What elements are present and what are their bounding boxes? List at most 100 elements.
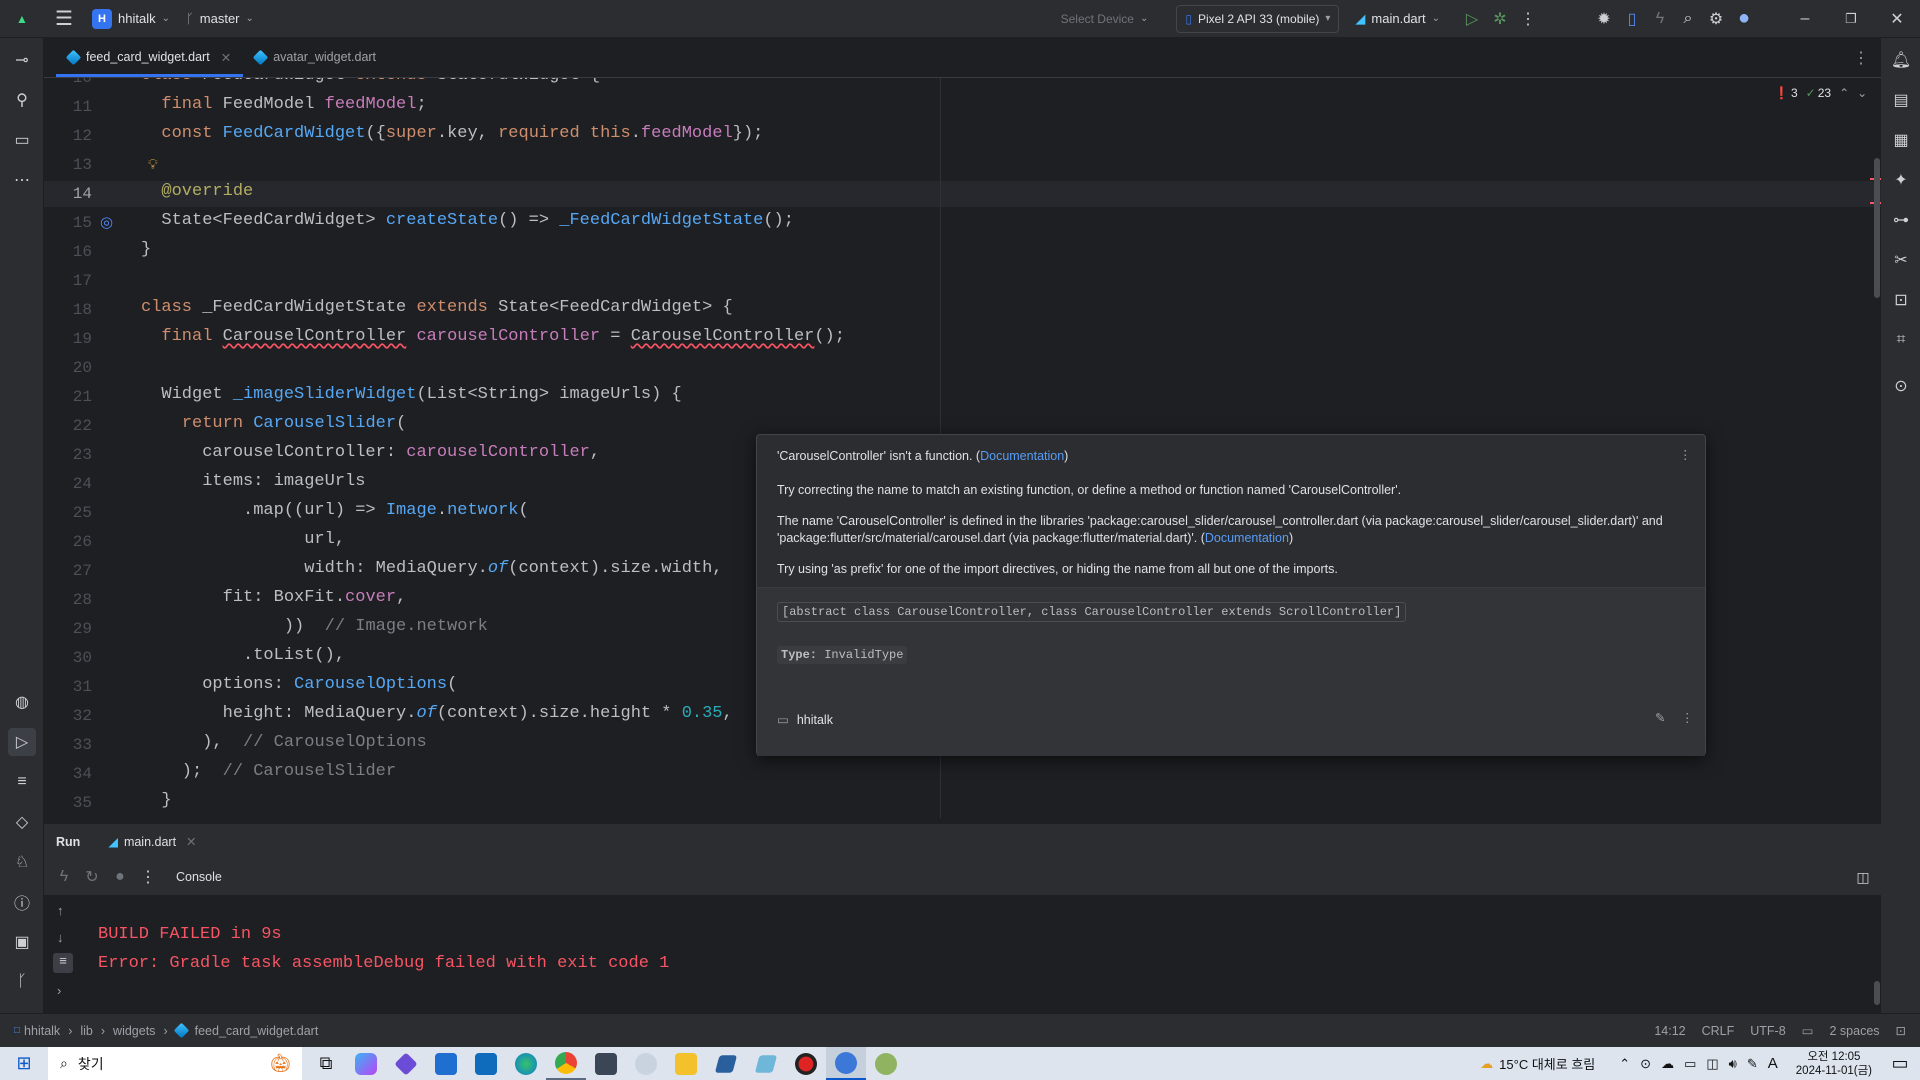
run-icon[interactable]: ▷ xyxy=(1458,5,1486,33)
project-folder-icon[interactable]: ▭ xyxy=(8,126,36,154)
minimize-icon[interactable]: – xyxy=(1782,5,1828,33)
ime-indicator[interactable]: A xyxy=(1768,1055,1778,1072)
chevron-down-icon[interactable]: ⌄ xyxy=(1857,86,1867,100)
run-panel-title[interactable]: Run xyxy=(56,835,80,849)
more-tools-icon[interactable]: ⋯ xyxy=(8,166,36,194)
battery-icon[interactable]: ▭ xyxy=(1684,1056,1696,1072)
popup-options-icon[interactable]: ⋮ xyxy=(1679,447,1692,462)
tools-icon[interactable]: ✂ xyxy=(1887,246,1915,274)
widget-inspector-icon[interactable]: ⊡ xyxy=(1887,286,1915,314)
chevron-up-icon[interactable]: ⌃ xyxy=(1619,1056,1630,1072)
console-output[interactable]: ↑ ↓ ≡ › BUILD FAILED in 9s Error: Gradle… xyxy=(44,895,1881,1008)
tab-options-icon[interactable]: ⋮ xyxy=(1847,44,1875,72)
lightbulb-icon[interactable]: 💡︎ xyxy=(148,156,158,173)
pen-icon[interactable]: ✎ xyxy=(1747,1056,1758,1072)
link-icon[interactable]: ⊶ xyxy=(1887,206,1915,234)
more-actions-icon[interactable]: ⋮ xyxy=(134,863,162,891)
caret-position[interactable]: 14:12 xyxy=(1654,1024,1685,1038)
file-encoding[interactable]: UTF-8 xyxy=(1750,1024,1785,1038)
clock[interactable]: 오전 12:05 2024-11-01(금) xyxy=(1796,1050,1872,1078)
scroll-up-icon[interactable]: ↑ xyxy=(57,903,64,918)
notification-center-icon[interactable]: ▭ xyxy=(1880,1047,1920,1080)
breadcrumb-item[interactable]: lib xyxy=(80,1024,93,1038)
bug-icon[interactable]: ✹ xyxy=(1590,5,1618,33)
reader-mode-icon[interactable]: ▭ xyxy=(1802,1023,1814,1038)
android-studio-taskbar-icon[interactable] xyxy=(826,1047,866,1080)
debug-icon[interactable]: ✲ xyxy=(1486,5,1514,33)
search-icon[interactable]: ⌕ xyxy=(1674,5,1702,33)
outlook-icon[interactable] xyxy=(466,1047,506,1080)
close-icon[interactable]: ✕ xyxy=(1874,5,1920,33)
device-file-icon[interactable]: ▤ xyxy=(1887,86,1915,114)
edit-icon[interactable]: ✎ xyxy=(1655,710,1665,725)
select-device-dropdown[interactable]: Select Device ⌄ xyxy=(1053,5,1157,33)
task-view-icon[interactable]: ⧉ xyxy=(306,1047,346,1080)
weather-widget[interactable]: ☁ 15°C 대체로 흐림 xyxy=(1480,1054,1595,1073)
app-icon[interactable] xyxy=(386,1047,426,1080)
popup-more-icon[interactable]: ⋮ xyxy=(1681,710,1694,725)
app-icon[interactable] xyxy=(866,1047,906,1080)
run-tool-icon[interactable]: ▷ xyxy=(8,728,36,756)
branch-selector[interactable]: ᚴ master ⌄ xyxy=(178,5,262,33)
account-icon[interactable]: ● xyxy=(1730,5,1758,33)
commit-icon[interactable]: ⊸ xyxy=(8,46,36,74)
microsoft-store-icon[interactable] xyxy=(426,1047,466,1080)
console-label[interactable]: Console xyxy=(176,870,222,884)
breadcrumb-item[interactable]: feed_card_widget.dart xyxy=(195,1024,319,1038)
close-tab-icon[interactable]: ✕ xyxy=(221,50,231,65)
chrome-icon[interactable] xyxy=(546,1047,586,1080)
windows-start-icon[interactable]: ⊞ xyxy=(0,1047,48,1080)
logcat-icon[interactable]: ♘ xyxy=(8,848,36,876)
tray-app-icon[interactable]: ⊙ xyxy=(1640,1056,1651,1072)
tab-avatar-widget[interactable]: avatar_widget.dart xyxy=(243,37,388,77)
documentation-link[interactable]: Documentation xyxy=(1205,531,1289,545)
settings-icon[interactable]: ⚙ xyxy=(1702,5,1730,33)
taskbar-search[interactable]: ⌕ 찾기 🎃︎ xyxy=(48,1047,302,1080)
calculator-icon[interactable] xyxy=(586,1047,626,1080)
device-selector[interactable]: ▯ Pixel 2 API 33 (mobile) ▾ xyxy=(1176,4,1340,33)
network-icon[interactable]: ◫ xyxy=(1706,1056,1718,1072)
breadcrumb-item[interactable]: hhitalk xyxy=(24,1024,60,1038)
edge-icon[interactable] xyxy=(506,1047,546,1080)
indent-setting[interactable]: 2 spaces xyxy=(1829,1024,1879,1038)
run-config-selector[interactable]: ◢ main.dart ⌄ xyxy=(1347,5,1448,33)
app-icon[interactable] xyxy=(746,1047,786,1080)
problems-icon[interactable]: ⓘ xyxy=(8,888,36,916)
console-scrollbar[interactable] xyxy=(1874,981,1880,1005)
editor-scrollbar[interactable] xyxy=(1874,158,1880,298)
todo-icon[interactable]: ≡ xyxy=(8,768,36,796)
close-tab-icon[interactable]: ✕ xyxy=(186,834,196,849)
hot-reload-icon[interactable]: ϟ xyxy=(1646,5,1674,33)
onedrive-icon[interactable]: ☁ xyxy=(1661,1056,1674,1072)
layout-inspector-icon[interactable]: ⌗ xyxy=(1887,326,1915,354)
hot-reload-icon[interactable]: ϟ xyxy=(50,863,78,891)
inspection-widget[interactable]: ❗ 3 ✓ 23 ⌃ ⌄ xyxy=(1774,86,1867,100)
scroll-down-icon[interactable]: ↓ xyxy=(57,930,64,945)
main-menu-icon[interactable]: ☰ xyxy=(50,5,78,33)
breadcrumb-item[interactable]: widgets xyxy=(113,1024,155,1038)
terminal-icon[interactable]: ▣ xyxy=(8,928,36,956)
emulator-icon[interactable]: ▦ xyxy=(1887,126,1915,154)
implementation-marker-icon[interactable]: ◎ xyxy=(100,213,113,231)
app-icon[interactable] xyxy=(706,1047,746,1080)
volume-icon[interactable]: 🔊︎ xyxy=(1729,1056,1737,1072)
gemini-icon[interactable]: ✦ xyxy=(1887,166,1915,194)
tab-feed-card-widget[interactable]: feed_card_widget.dart ✕ xyxy=(56,37,244,77)
layout-icon[interactable]: ◫ xyxy=(1849,863,1877,891)
chevron-up-icon[interactable]: ⌃ xyxy=(1839,86,1849,100)
device-manager-icon[interactable]: ▯ xyxy=(1618,5,1646,33)
code-editor[interactable]: 10 11 12 13 14 15 16 17 18 19 20 21 22 2… xyxy=(44,78,1881,818)
stop-icon[interactable]: ● xyxy=(106,863,134,891)
soft-wrap-icon[interactable]: ≡ xyxy=(53,953,73,973)
run-tab-main-dart[interactable]: ◢ main.dart ✕ xyxy=(108,834,196,850)
flutter-performance-icon[interactable]: ◍ xyxy=(8,688,36,716)
copilot-icon[interactable] xyxy=(346,1047,386,1080)
lock-icon[interactable]: ⊡ xyxy=(1896,1023,1906,1038)
restore-icon[interactable]: ❐ xyxy=(1828,5,1874,33)
search-docs-icon[interactable]: ⊙ xyxy=(1887,372,1915,400)
recorder-icon[interactable] xyxy=(786,1047,826,1080)
documentation-link[interactable]: Documentation xyxy=(980,449,1064,463)
project-selector[interactable]: H hhitalk ⌄ xyxy=(84,5,178,33)
app-icon[interactable] xyxy=(626,1047,666,1080)
git-icon[interactable]: ᚴ xyxy=(8,968,36,996)
